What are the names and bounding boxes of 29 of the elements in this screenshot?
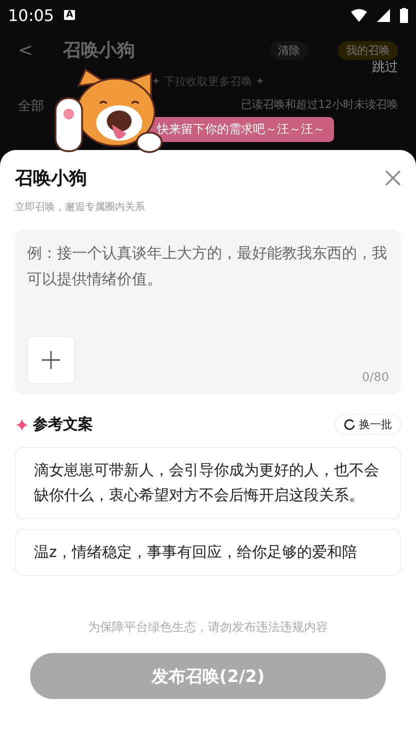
request-input[interactable]: 例：接一个认真谈年上大方的，最好能教我东西的，我可以提供情绪价值。 <box>27 240 389 310</box>
filter-note: 已读召唤和超过12小时未读召唤 <box>241 97 398 113</box>
input-panel[interactable]: 例：接一个认真谈年上大方的，最好能教我东西的，我可以提供情绪价值。 0/80 <box>15 230 401 394</box>
policy-notice: 为保障平台绿色生态，请勿发布违法违规内容 <box>88 619 328 636</box>
suggestion-card[interactable]: 温z，情绪稳定，事事有回应，给你足够的爱和陪 <box>15 529 401 576</box>
wifi-icon <box>351 8 367 22</box>
notification-badge: A <box>64 10 76 20</box>
status-time: 10:05 <box>8 6 54 24</box>
char-counter: 0/80 <box>362 370 389 384</box>
back-button[interactable]: < <box>18 40 34 60</box>
my-summons-button[interactable]: 我的召唤 <box>338 40 398 60</box>
section-title: 参考文案 <box>33 415 93 434</box>
sheet-subtitle: 立即召唤，邂逅专属圈内关系 <box>15 200 146 214</box>
skip-button[interactable]: 跳过 <box>372 58 398 76</box>
signal-icon <box>377 8 390 22</box>
sheet-title: 召唤小狗 <box>15 167 87 190</box>
clear-button[interactable]: 清除 <box>270 40 308 60</box>
battery-icon <box>400 8 408 22</box>
suggestion-card[interactable]: 滴女崽崽可带新人，会引导你成为更好的人，也不会缺你什么，衷心希望对方不会后悔开启这段关系。 <box>15 447 401 519</box>
refresh-icon <box>344 419 355 430</box>
page-title: 召唤小狗 <box>63 39 136 62</box>
add-image-button[interactable] <box>27 336 75 384</box>
speech-bubble: 快来留下你的需求吧～汪～汪～ <box>148 117 334 142</box>
close-icon[interactable] <box>385 170 401 186</box>
sparkle-icon <box>15 418 29 432</box>
plus-icon <box>42 351 60 369</box>
pull-hint: ✦ 下拉收取更多召唤 ✦ <box>151 74 265 89</box>
refresh-button[interactable]: 换一批 <box>335 414 401 435</box>
filter-tab[interactable]: 全部 <box>18 97 44 115</box>
